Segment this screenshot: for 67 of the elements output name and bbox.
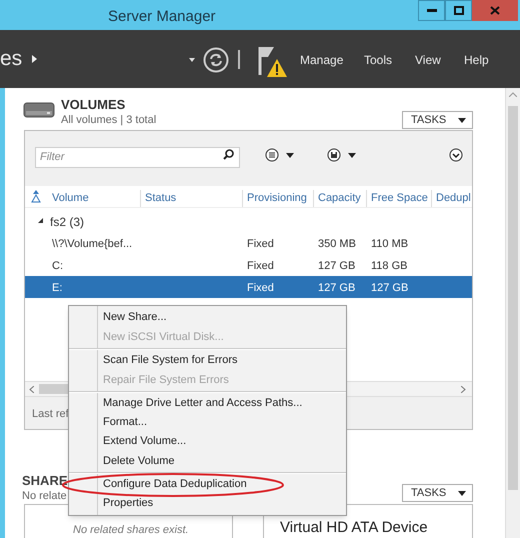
drive-icon — [23, 102, 55, 118]
expanded-icon[interactable] — [38, 218, 43, 223]
group-label: fs2 (3) — [50, 214, 84, 231]
column-header[interactable]: Free Space — [366, 190, 428, 206]
section-title: SHARE — [22, 472, 68, 490]
close-icon — [490, 6, 500, 15]
maximize-button[interactable] — [445, 0, 472, 21]
menu-item[interactable]: Help — [464, 51, 489, 69]
menu-item[interactable]: Scan File System for Errors — [69, 351, 346, 370]
table-cell-text: Fixed — [247, 237, 274, 252]
close-button[interactable] — [472, 0, 518, 21]
table-cell-text: Fixed — [247, 259, 274, 274]
menu-item[interactable]: Properties — [69, 494, 346, 513]
filter-field[interactable]: Filter — [35, 146, 240, 168]
scroll-right-icon[interactable] — [461, 386, 466, 393]
sort-icon[interactable] — [31, 190, 41, 203]
window-title: Server Manager — [108, 7, 216, 27]
tasks-button[interactable]: TASKS — [402, 484, 473, 502]
column-header[interactable]: Provisioning — [242, 190, 307, 206]
table-cell-text: 118 GB — [371, 259, 408, 274]
menu-item[interactable]: Tools — [364, 51, 392, 69]
list-options-icon[interactable] — [265, 148, 295, 162]
column-header[interactable]: Dedupl — [431, 190, 471, 206]
status-text: Last ref — [32, 407, 69, 422]
column-header[interactable]: Capacity — [313, 190, 361, 206]
scroll-thumb[interactable] — [508, 106, 518, 490]
table-cell-text: 127 GB — [371, 281, 408, 296]
table-cell-text: E: — [52, 281, 62, 296]
section-title: VOLUMES — [61, 96, 126, 114]
menu-item[interactable]: New Share... — [69, 308, 346, 327]
table-cell-text: C: — [52, 259, 63, 274]
tasks-button[interactable]: TASKS — [402, 111, 473, 129]
section-subtitle: All volumes | 3 total — [61, 113, 156, 128]
refresh-icon[interactable] — [203, 47, 229, 73]
breadcrumb[interactable]: es — [0, 47, 22, 71]
maximize-icon — [454, 6, 464, 15]
table-cell-text: \\?\Volume{bef... — [52, 237, 132, 252]
menu-item[interactable]: Extend Volume... — [69, 432, 346, 451]
menu-item[interactable]: Manage — [300, 51, 344, 69]
expand-icon[interactable] — [449, 148, 463, 162]
minimize-button[interactable] — [418, 0, 445, 21]
table-cell-text: 127 GB — [318, 281, 356, 296]
search-icon — [223, 149, 234, 160]
table-cell-text: Fixed — [247, 281, 274, 296]
flag-warning-icon[interactable] — [258, 45, 289, 78]
menu-item[interactable]: Format... — [69, 413, 346, 432]
menu-item[interactable]: Manage Drive Letter and Access Paths... — [69, 394, 346, 413]
device-title: Virtual HD ATA Device — [280, 519, 428, 537]
caret-icon — [458, 490, 466, 496]
minimize-icon — [426, 8, 436, 12]
save-options-icon[interactable] — [327, 148, 357, 162]
caret-icon — [458, 118, 466, 122]
menu-item[interactable]: Delete Volume — [69, 451, 346, 473]
scrollbar[interactable] — [505, 88, 520, 538]
menu-item[interactable]: Configure Data Deduplication — [69, 475, 346, 494]
chevron-icon — [32, 55, 38, 63]
table-row[interactable]: E: Fixed 127 GB 127 GB — [25, 276, 472, 298]
section-subtitle: No relate — [22, 489, 67, 504]
empty-message: No related shares exist. — [73, 523, 189, 538]
scroll-left-icon[interactable] — [29, 386, 34, 393]
table-cell-text: 127 GB — [318, 259, 356, 274]
caret-icon[interactable] — [189, 58, 195, 62]
table-cell-text: 350 MB — [318, 237, 356, 252]
menu-item[interactable]: View — [415, 51, 441, 69]
column-header[interactable]: Status — [140, 190, 176, 206]
table-cell-text: 110 MB — [371, 237, 408, 252]
column-header[interactable]: Volume — [52, 190, 89, 206]
